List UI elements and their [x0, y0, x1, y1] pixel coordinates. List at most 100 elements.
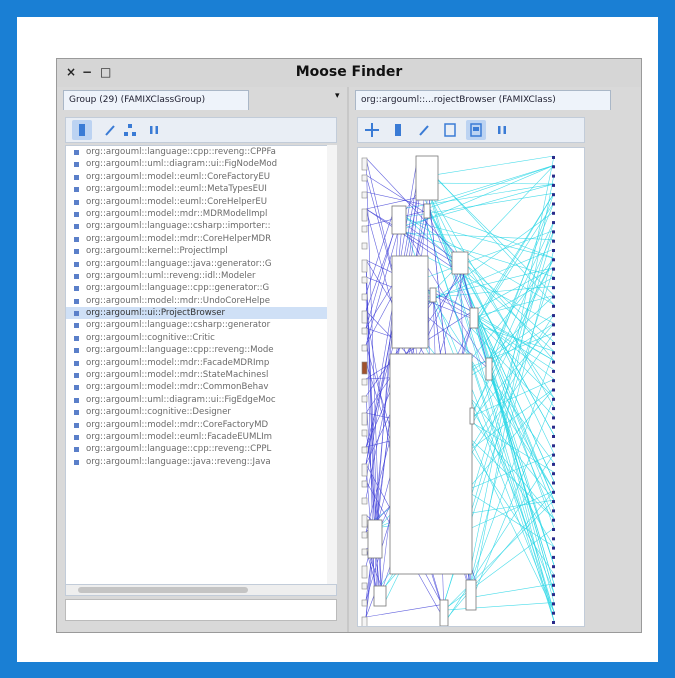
list-item[interactable]: org::argouml::model::mdr::CoreFactoryMD [66, 419, 336, 431]
title-bar[interactable]: × − □ Moose Finder [57, 59, 641, 87]
list-item-label: org::argouml::kernel::ProjectImpl [86, 246, 228, 257]
class-box [552, 472, 555, 476]
class-icon [74, 385, 79, 391]
class-icon [74, 199, 79, 205]
list-item[interactable]: org::argouml::model::mdr::FacadeMDRImp [66, 357, 336, 369]
list-item-label: org::argouml::model::mdr::CoreHelperMDR [86, 233, 272, 244]
class-box [361, 395, 368, 403]
pause-icon[interactable] [492, 120, 512, 140]
tree-icon[interactable] [120, 120, 140, 140]
class-icon [74, 286, 79, 292]
class-box [552, 435, 555, 438]
list-item[interactable]: org::argouml::model::euml::FacadeEUMLIm [66, 431, 336, 443]
class-icon [74, 311, 79, 317]
class-box [552, 444, 555, 448]
class-box [429, 287, 437, 303]
list-item[interactable]: org::argouml::model::euml::CoreFactoryEU [66, 171, 336, 183]
list-item[interactable]: org::argouml::uml::diagram::ui::FigEdgeM… [66, 394, 336, 406]
edit-icon[interactable] [414, 120, 434, 140]
dependency-edge [447, 602, 555, 611]
class-box [361, 208, 368, 222]
class-box [552, 397, 555, 401]
list-item-label: org::argouml::model::mdr::CommonBehav [86, 382, 269, 393]
list-item[interactable]: org::argouml::model::mdr::MDRModelImpl [66, 208, 336, 220]
list-item[interactable]: org::argouml::language::cpp::generator::… [66, 282, 336, 294]
class-box [552, 462, 555, 466]
list-item[interactable]: org::argouml::kernel::ProjectImpl [66, 245, 336, 257]
class-icon [74, 224, 79, 230]
class-box [552, 574, 555, 578]
class-box [465, 579, 477, 611]
class-icon [74, 373, 79, 379]
list-item-label: org::argouml::language::csharp::generato… [86, 320, 271, 331]
class-box [552, 565, 555, 569]
list-icon[interactable] [388, 120, 408, 140]
class-box [552, 481, 555, 485]
class-box [552, 555, 555, 559]
tab-dropdown-icon[interactable]: ▾ [335, 91, 340, 101]
class-box [552, 583, 555, 587]
list-item-label: org::argouml::language::cpp::reveng::CPP… [86, 147, 276, 157]
class-box [552, 416, 555, 420]
class-box [361, 157, 368, 171]
list-item[interactable]: org::argouml::model::mdr::UndoCoreHelpe [66, 295, 336, 307]
list-item[interactable]: org::argouml::ui::ProjectBrowser [66, 307, 336, 320]
tab-group[interactable]: Group (29) (FAMIXClassGroup) [63, 90, 249, 110]
edit-icon[interactable] [100, 120, 120, 140]
class-box [552, 286, 555, 290]
class-box [552, 202, 555, 206]
dependency-edge [474, 202, 555, 327]
list-item[interactable]: org::argouml::model::euml::CoreHelperEU [66, 196, 336, 208]
dependency-edge [488, 220, 555, 361]
right-toolbar [357, 117, 585, 143]
class-box [361, 463, 368, 477]
class-box [361, 225, 368, 233]
list-item-label: org::argouml::language::java::reveng::Ja… [86, 456, 271, 467]
list-item[interactable]: org::argouml::model::mdr::CommonBehav [66, 381, 336, 393]
list-item[interactable]: org::argouml::uml::reveng::idl::Modeler [66, 270, 336, 282]
list-item[interactable]: org::argouml::cognitive::Critic [66, 332, 336, 344]
list-item[interactable]: org::argouml::uml::diagram::ui::FigNodeM… [66, 158, 336, 170]
list-item[interactable]: org::argouml::language::csharp::importer… [66, 220, 336, 232]
list-item[interactable]: org::argouml::model::euml::MetaTypesEUI [66, 183, 336, 195]
move-icon[interactable] [362, 120, 382, 140]
page-icon[interactable] [440, 120, 460, 140]
filter-input[interactable] [65, 599, 337, 621]
class-box [552, 537, 555, 541]
class-box [552, 249, 555, 252]
image-icon[interactable] [466, 120, 486, 140]
class-box [552, 379, 555, 383]
list-item[interactable]: org::argouml::model::mdr::StateMachinesl [66, 369, 336, 381]
visualization-canvas[interactable] [357, 147, 585, 627]
dependency-edge [473, 583, 555, 598]
list-item[interactable]: org::argouml::language::csharp::generato… [66, 319, 336, 331]
list-item[interactable]: org::argouml::language::java::reveng::Ja… [66, 456, 336, 468]
class-box [552, 360, 555, 364]
class-box [552, 369, 555, 373]
class-icon [74, 459, 79, 465]
list-item[interactable]: org::argouml::cognitive::Designer [66, 406, 336, 418]
list-icon[interactable] [72, 120, 92, 140]
list-item[interactable]: org::argouml::language::cpp::reveng::CPP… [66, 146, 336, 158]
class-icon [74, 187, 79, 193]
list-horizontal-scrollbar[interactable] [65, 584, 337, 596]
tab-project-browser[interactable]: org::argouml::...rojectBrowser (FAMIXCla… [355, 90, 611, 110]
class-box [552, 165, 555, 169]
list-item[interactable]: org::argouml::model::mdr::CoreHelperMDR [66, 233, 336, 245]
class-list: org::argouml::language::cpp::reveng::CPP… [65, 145, 337, 585]
class-icon [74, 447, 79, 453]
class-icon [74, 211, 79, 217]
class-box [391, 205, 407, 235]
class-icon [74, 434, 79, 440]
class-box [469, 307, 479, 329]
class-box [361, 429, 368, 437]
list-item[interactable]: org::argouml::language::cpp::reveng::Mod… [66, 344, 336, 356]
class-box [552, 304, 555, 308]
list-item-label: org::argouml::uml::reveng::idl::Modeler [86, 270, 256, 281]
class-box [361, 514, 368, 528]
list-vertical-scrollbar[interactable] [327, 145, 337, 585]
list-item[interactable]: org::argouml::language::java::generator:… [66, 258, 336, 270]
class-icon [74, 261, 79, 267]
pause-icon[interactable] [144, 120, 164, 140]
list-item[interactable]: org::argouml::language::cpp::reveng::CPP… [66, 443, 336, 455]
